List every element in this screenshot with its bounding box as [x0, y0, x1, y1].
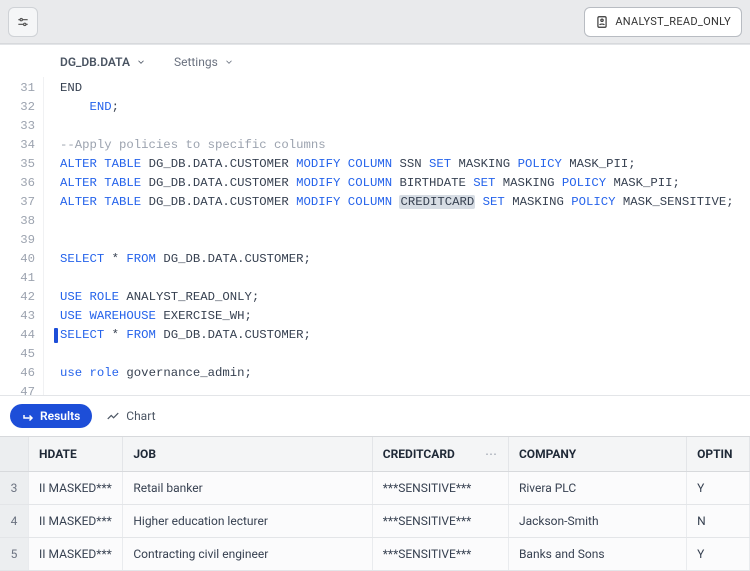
code-line[interactable]: [60, 383, 750, 395]
rownum-cell: 4: [0, 505, 29, 538]
code-line[interactable]: ALTER TABLE DG_DB.DATA.CUSTOMER MODIFY C…: [60, 193, 750, 212]
cell-company: Banks and Sons: [508, 538, 686, 571]
person-icon: [595, 15, 609, 29]
cell-hdate: II MASKED***: [29, 538, 123, 571]
rownum-header: [0, 437, 29, 472]
code-line[interactable]: ALTER TABLE DG_DB.DATA.CUSTOMER MODIFY C…: [60, 174, 750, 193]
arrow-return-icon: [22, 410, 34, 422]
code-area[interactable]: END END; --Apply policies to specific co…: [44, 77, 750, 395]
table-row[interactable]: 3II MASKED***Retail banker***SENSITIVE**…: [0, 472, 750, 505]
col-header-optin[interactable]: OPTIN: [687, 437, 750, 472]
tab-chart-label: Chart: [126, 409, 155, 423]
role-selector[interactable]: ANALYST_READ_ONLY: [584, 7, 742, 37]
cell-optin: N: [687, 505, 750, 538]
chevron-down-icon: [224, 57, 234, 67]
code-line[interactable]: SELECT * FROM DG_DB.DATA.CUSTOMER;: [60, 326, 750, 345]
cell-creditcard: ***SENSITIVE***: [372, 472, 508, 505]
tab-results-label: Results: [40, 409, 80, 423]
code-line[interactable]: [60, 269, 750, 288]
code-line[interactable]: USE WAREHOUSE EXERCISE_WH;: [60, 307, 750, 326]
code-line[interactable]: [60, 117, 750, 136]
tab-results[interactable]: Results: [10, 404, 92, 428]
cell-optin: Y: [687, 538, 750, 571]
rownum-cell: 3: [0, 472, 29, 505]
chevron-down-icon: [136, 57, 146, 67]
code-line[interactable]: USE ROLE ANALYST_READ_ONLY;: [60, 288, 750, 307]
col-header-creditcard[interactable]: CREDITCARD⋯: [372, 437, 508, 472]
column-menu-icon[interactable]: ⋯: [485, 447, 498, 461]
cell-job: Retail banker: [123, 472, 372, 505]
code-line[interactable]: --Apply policies to specific columns: [60, 136, 750, 155]
sliders-icon[interactable]: [8, 7, 38, 37]
cell-creditcard: ***SENSITIVE***: [372, 538, 508, 571]
line-gutter: 3132333435363738394041424344454647485051…: [0, 77, 44, 395]
results-tab-bar: Results Chart: [0, 395, 750, 436]
tab-chart[interactable]: Chart: [106, 409, 155, 423]
table-row[interactable]: 4II MASKED***Higher education lecturer**…: [0, 505, 750, 538]
table-header-row: HDATE JOB CREDITCARD⋯ COMPANY OPTIN: [0, 437, 750, 472]
col-header-hdate[interactable]: HDATE: [29, 437, 123, 472]
database-breadcrumb[interactable]: DG_DB.DATA: [60, 55, 146, 69]
rownum-cell: 5: [0, 538, 29, 571]
code-line[interactable]: SELECT * FROM DG_DB.DATA.CUSTOMER;: [60, 250, 750, 269]
breadcrumb-label: DG_DB.DATA: [60, 55, 130, 69]
settings-label: Settings: [174, 55, 218, 69]
results-grid[interactable]: HDATE JOB CREDITCARD⋯ COMPANY OPTIN 3II …: [0, 436, 750, 571]
code-line[interactable]: [60, 345, 750, 364]
role-label: ANALYST_READ_ONLY: [615, 15, 731, 28]
code-line[interactable]: use role governance_admin;: [60, 364, 750, 383]
cell-creditcard: ***SENSITIVE***: [372, 505, 508, 538]
code-line[interactable]: [60, 212, 750, 231]
col-header-company[interactable]: COMPANY: [508, 437, 686, 472]
col-header-job[interactable]: JOB: [123, 437, 372, 472]
context-bar: DG_DB.DATA Settings: [0, 44, 750, 77]
chart-line-icon: [106, 409, 120, 423]
top-bar: ANALYST_READ_ONLY: [0, 0, 750, 44]
code-line[interactable]: END;: [60, 98, 750, 117]
cell-company: Jackson-Smith: [508, 505, 686, 538]
code-line[interactable]: [60, 231, 750, 250]
cell-optin: Y: [687, 472, 750, 505]
table-row[interactable]: 5II MASKED***Contracting civil engineer*…: [0, 538, 750, 571]
code-line[interactable]: END: [60, 79, 750, 98]
code-line[interactable]: ALTER TABLE DG_DB.DATA.CUSTOMER MODIFY C…: [60, 155, 750, 174]
cell-job: Higher education lecturer: [123, 505, 372, 538]
cell-job: Contracting civil engineer: [123, 538, 372, 571]
sql-editor[interactable]: 3132333435363738394041424344454647485051…: [0, 77, 750, 395]
cell-hdate: II MASKED***: [29, 505, 123, 538]
settings-menu[interactable]: Settings: [174, 55, 234, 69]
cell-company: Rivera PLC: [508, 472, 686, 505]
cell-hdate: II MASKED***: [29, 472, 123, 505]
